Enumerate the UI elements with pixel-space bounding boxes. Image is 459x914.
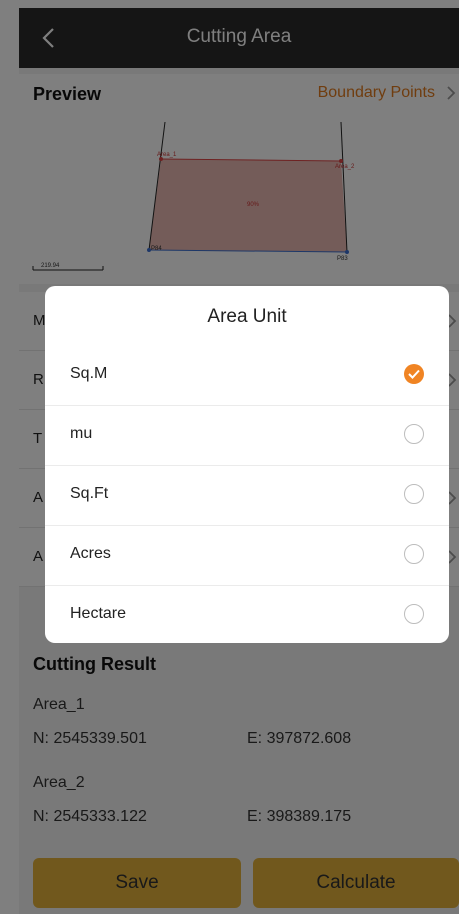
area-unit-dialog: Area Unit Sq.M mu Sq.Ft Acres Hectare xyxy=(45,286,449,643)
radio-checked-icon[interactable] xyxy=(404,364,424,384)
dialog-title: Area Unit xyxy=(207,306,287,327)
unit-option-mu[interactable]: mu xyxy=(45,405,449,466)
option-label: Hectare xyxy=(70,605,127,622)
option-label: mu xyxy=(70,425,93,442)
unit-option-sq-ft[interactable]: Sq.Ft xyxy=(45,465,449,526)
option-label: Sq.M xyxy=(70,365,108,382)
unit-option-sq-m[interactable]: Sq.M xyxy=(45,345,449,406)
radio-unchecked-icon[interactable] xyxy=(404,424,424,444)
radio-unchecked-icon[interactable] xyxy=(404,544,424,564)
option-label: Sq.Ft xyxy=(70,485,109,502)
unit-option-acres[interactable]: Acres xyxy=(45,525,449,586)
radio-unchecked-icon[interactable] xyxy=(404,604,424,624)
option-label: Acres xyxy=(70,545,111,562)
unit-option-hectare[interactable]: Hectare xyxy=(45,585,449,643)
radio-unchecked-icon[interactable] xyxy=(404,484,424,504)
